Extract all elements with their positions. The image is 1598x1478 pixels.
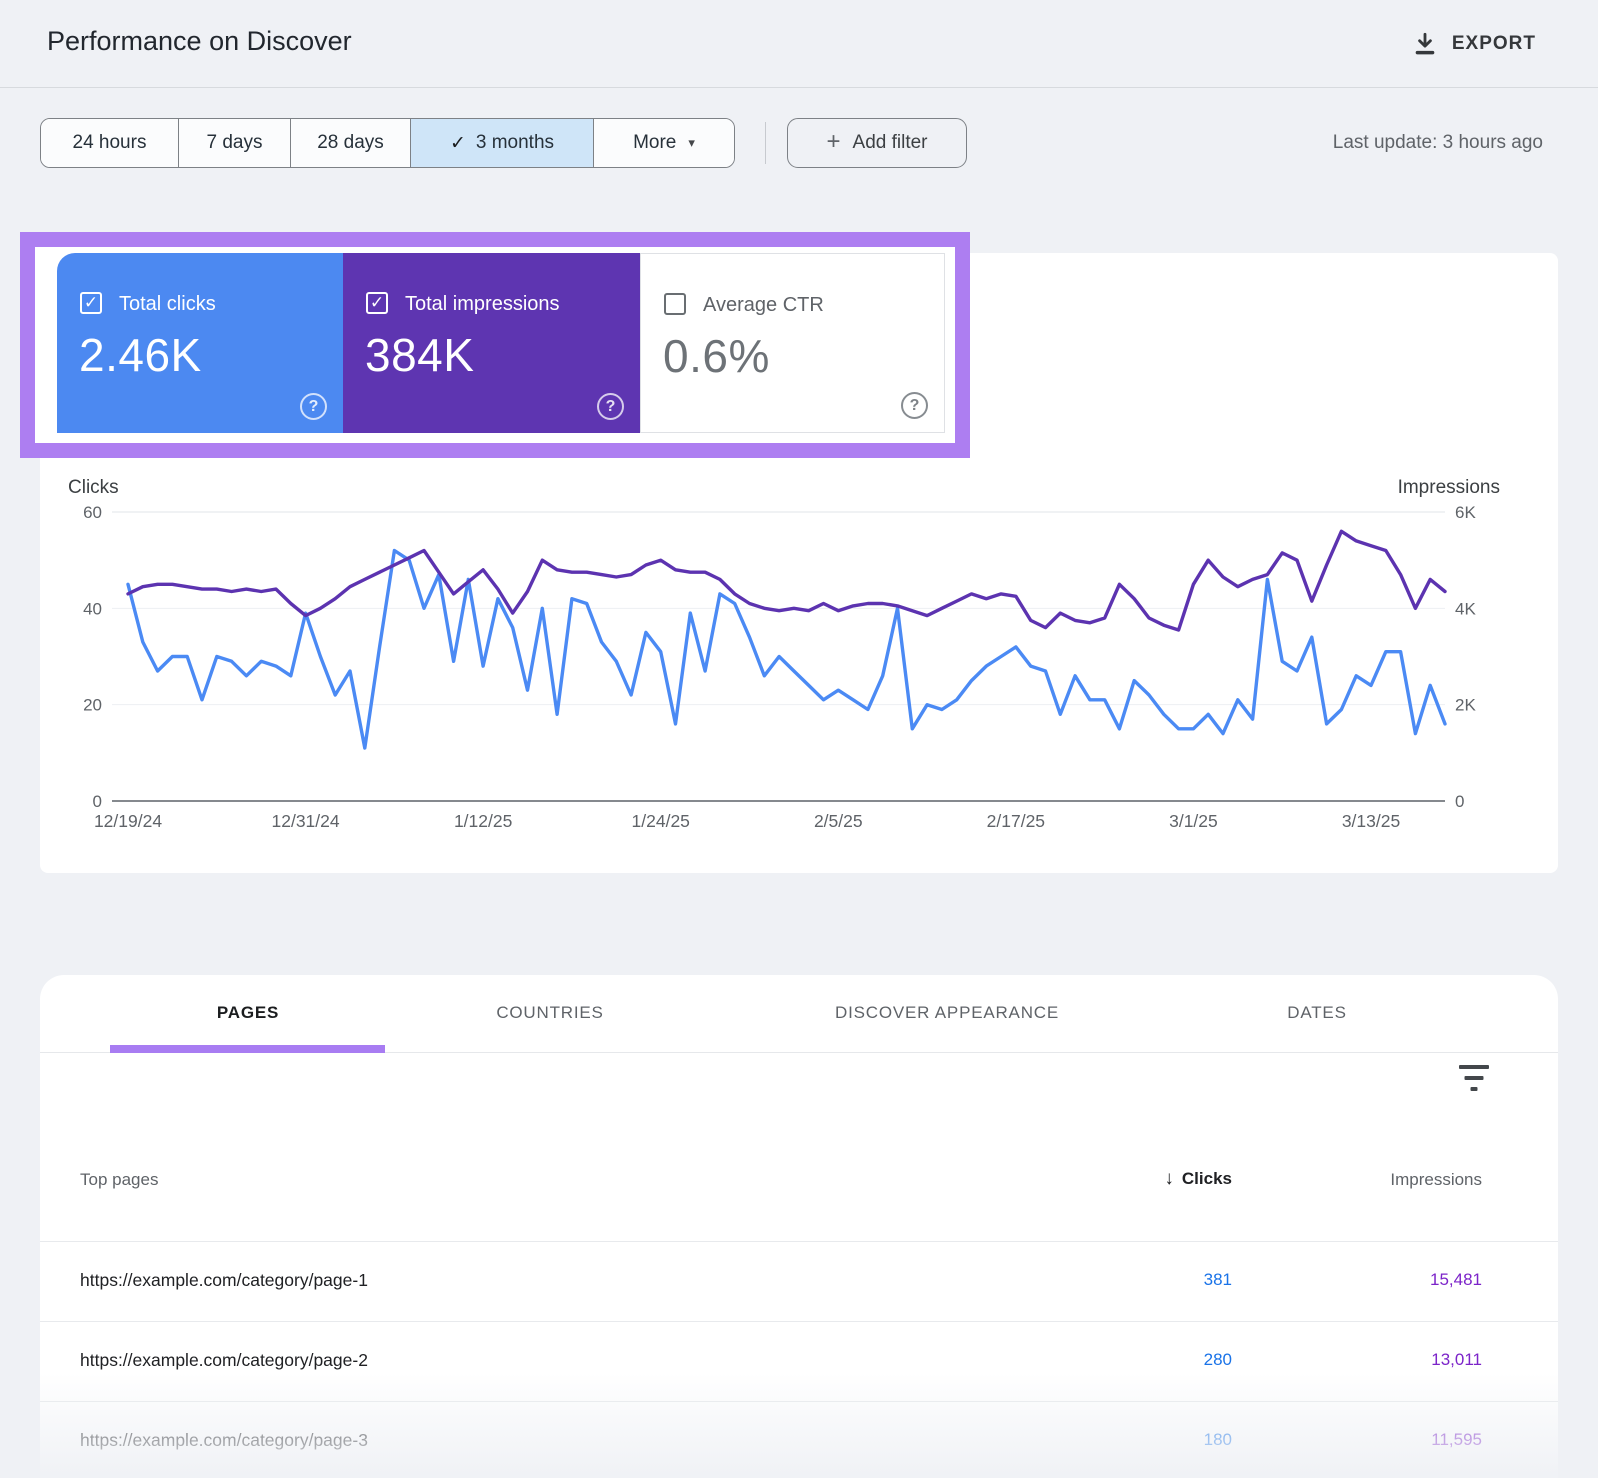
left-axis-tick: 0 [93,792,102,811]
clicks-value: 180 [1203,1430,1232,1449]
impressions-value: 11,595 [1431,1430,1482,1449]
x-axis-tick: 3/1/25 [1169,811,1218,831]
series-line-impressions [126,529,1447,632]
left-axis-tick: 40 [83,599,102,618]
checked-checkbox-icon[interactable]: ✓ [80,292,102,314]
metric-card-total-clicks[interactable]: ✓ Total clicks 2.46K? [57,253,343,433]
date-range-more[interactable]: More ▾ [594,119,734,167]
export-label: EXPORT [1451,33,1536,54]
details-table-panel: PAGES COUNTRIES DISCOVER APPEARANCE DATES T… [40,975,1558,1478]
date-range-label: 24 hours [72,132,147,153]
date-range-control: 24 hours 7 days 28 days ✓ 3 months More ▾ [40,118,735,168]
date-range-label: More [633,132,677,153]
right-axis-tick: 4K [1455,599,1476,618]
table-row: https://example.com/category/page-1 381 15… [40,1242,1558,1322]
table-filter-button[interactable] [1458,1063,1490,1093]
caret-down-icon: ▾ [688,135,695,150]
left-axis-tick: 20 [83,696,102,715]
x-axis-tick: 1/24/25 [632,811,690,831]
tab-dates[interactable]: DATES [1287,1003,1346,1023]
table-header-row: Top pages ↓ Clicks Impressions [40,1120,1558,1242]
metric-value: 0.6% [663,330,770,382]
tab-discover-appearance[interactable]: DISCOVER APPEARANCE [835,1003,1059,1023]
left-axis-tick: 60 [83,503,102,522]
page-url-link[interactable]: https://example.com/category/page-3 [80,1430,368,1451]
question-mark-icon[interactable]: ? [300,393,327,420]
table-row: https://example.com/category/page-2 280 13… [40,1322,1558,1402]
left-axis-title: Clicks [68,477,119,498]
tab-pages[interactable]: PAGES [217,1003,279,1023]
metric-card-average-ctr[interactable]: Average CTR 0.6%? [640,253,945,433]
column-header-top-pages: Top pages [80,1170,159,1189]
filter-toolbar: 24 hours 7 days 28 days ✓ 3 months More ▾ + Ad… [0,88,1598,198]
x-axis-tick: 1/12/25 [454,811,512,831]
metric-label: Total impressions [405,293,560,315]
metric-label: Average CTR [703,294,824,316]
page-header: Performance on Discover EXPORT [0,0,1598,88]
last-update-text: Last update: 3 hours ago [1332,132,1543,153]
right-axis-tick: 2K [1455,696,1476,715]
x-axis-tick: 3/13/25 [1342,811,1400,831]
add-filter-label: Add filter [852,132,928,153]
x-axis-tick: 2/17/25 [987,811,1045,831]
active-tab-underline [110,1045,385,1053]
checkmark-icon: ✓ [449,132,466,154]
checked-checkbox-icon[interactable]: ✓ [366,292,388,314]
date-range-label: 28 days [317,132,384,153]
page-url-link[interactable]: https://example.com/category/page-2 [80,1350,368,1371]
impressions-value: 13,011 [1431,1350,1482,1369]
right-axis-title: Impressions [1398,477,1500,498]
clicks-value: 381 [1203,1270,1232,1289]
column-header-clicks[interactable]: ↓ Clicks [1032,1168,1232,1190]
right-axis-tick: 0 [1455,792,1464,811]
plus-icon: + [826,128,841,155]
date-range-24-hours[interactable]: 24 hours [41,119,179,167]
impressions-value: 15,481 [1430,1270,1482,1289]
metric-value: 2.46K [79,329,202,381]
question-mark-icon[interactable]: ? [901,392,928,419]
date-range-7-days[interactable]: 7 days [179,119,291,167]
x-axis-tick: 2/5/25 [814,811,863,831]
question-mark-icon[interactable]: ? [597,393,624,420]
right-axis-tick: 6K [1455,503,1476,522]
unchecked-checkbox-icon[interactable] [664,293,686,315]
date-range-label: 3 months [475,132,555,153]
toolbar-divider [765,122,766,164]
performance-line-chart: 60 6K 40 4K 20 2K 0 0 Clicks Impressions 12/19/24 1… [68,477,1500,831]
add-filter-button[interactable]: + Add filter [787,118,967,168]
filter-list-icon [1459,1065,1489,1069]
column-header-impressions[interactable]: Impressions [1282,1170,1482,1190]
date-range-label: 7 days [206,132,263,153]
x-axis-tick: 12/19/24 [94,811,162,831]
tab-countries[interactable]: COUNTRIES [496,1003,603,1023]
sort-arrow-down-icon: ↓ [1164,1168,1174,1189]
metric-label: Total clicks [119,293,216,315]
page-url-link[interactable]: https://example.com/category/page-1 [80,1270,368,1291]
date-range-28-days[interactable]: 28 days [291,119,411,167]
date-range-3-months[interactable]: ✓ 3 months [411,119,594,167]
page-title: Performance on Discover [47,26,352,56]
clicks-value: 280 [1203,1350,1232,1369]
x-axis-tick: 12/31/24 [272,811,340,831]
metric-card-total-impressions[interactable]: ✓ Total impressions 384K? [343,253,640,433]
table-row: https://example.com/category/page-3 180 11… [40,1402,1558,1478]
export-button[interactable]: EXPORT [1412,24,1536,64]
metric-value: 384K [365,329,475,381]
download-icon [1412,31,1438,57]
